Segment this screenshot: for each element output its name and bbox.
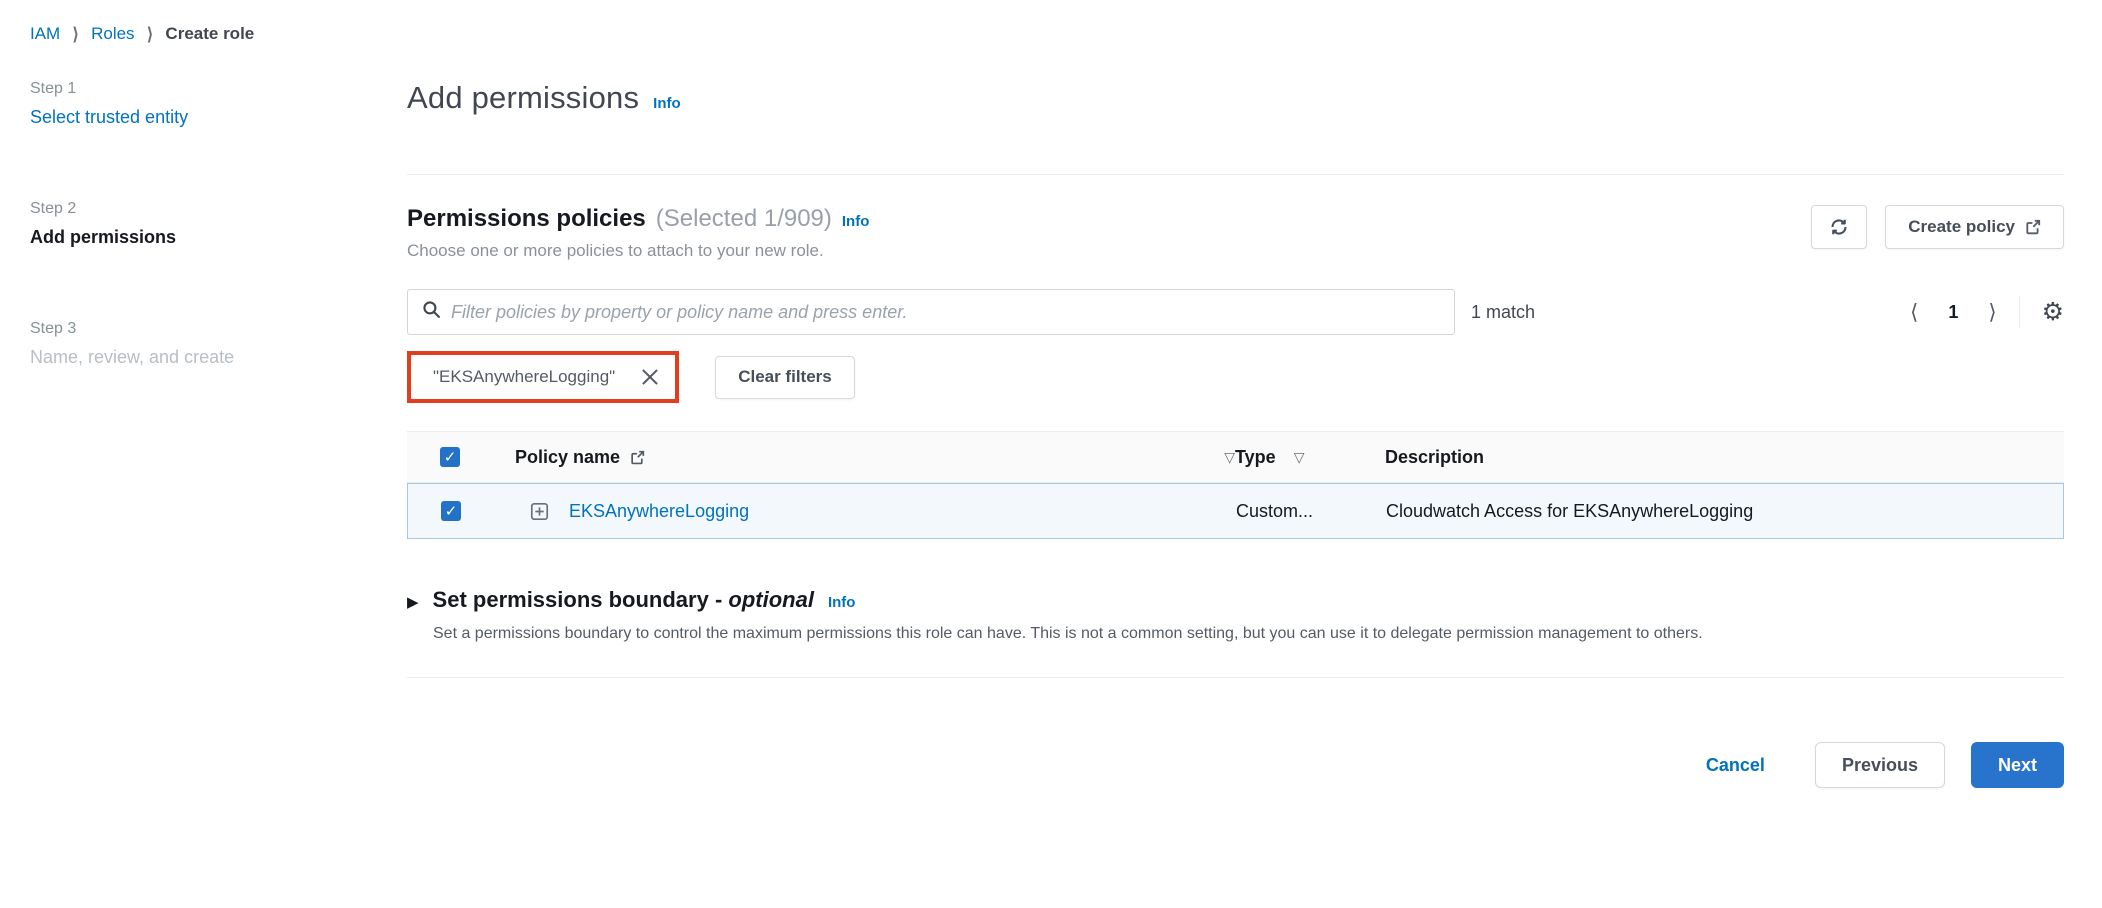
sidebar-step-name-review-create: Name, review, and create <box>30 347 407 368</box>
expand-row-icon[interactable] <box>530 502 549 521</box>
expand-section-icon[interactable]: ▶ <box>407 593 419 611</box>
boundary-optional-text: optional <box>728 587 814 612</box>
breadcrumb-separator-icon: ⟩ <box>147 23 154 45</box>
permissions-policies-panel-header: Permissions policies (Selected 1/909) In… <box>407 205 2064 261</box>
boundary-info-link[interactable]: Info <box>828 594 856 611</box>
step-1-group: Step 1 Select trusted entity <box>30 80 407 128</box>
footer-divider <box>407 677 2064 678</box>
breadcrumb-link-roles[interactable]: Roles <box>91 24 134 44</box>
footer-actions: Cancel Previous Next <box>407 742 2064 788</box>
refresh-icon <box>1829 217 1849 237</box>
breadcrumb-link-iam[interactable]: IAM <box>30 24 60 44</box>
panel-selected-count: (Selected 1/909) <box>656 205 832 233</box>
policies-table: ✓ Policy name ▽ Type <box>407 431 2064 539</box>
panel-subtitle: Choose one or more policies to attach to… <box>407 241 1811 261</box>
search-row: 1 match ⟨ 1 ⟩ ⚙ <box>407 289 2064 335</box>
step-3-group: Step 3 Name, review, and create <box>30 320 407 368</box>
row-checkbox[interactable]: ✓ <box>441 501 461 521</box>
create-policy-label: Create policy <box>1908 217 2015 237</box>
next-button[interactable]: Next <box>1971 742 2064 788</box>
step-2-number: Step 2 <box>30 200 407 218</box>
policy-filter-input[interactable] <box>451 302 1440 323</box>
table-row[interactable]: ✓ EKSAnywhereLogging Custom... Cloudwatc… <box>407 483 2064 539</box>
permissions-boundary-toggle[interactable]: ▶ Set permissions boundary - optional In… <box>407 587 2064 613</box>
breadcrumb-current: Create role <box>165 24 254 44</box>
create-policy-button[interactable]: Create policy <box>1885 205 2064 249</box>
wizard-steps-sidebar: Step 1 Select trusted entity Step 2 Add … <box>0 80 407 788</box>
policy-type-cell: Custom... <box>1236 501 1386 522</box>
page-title: Add permissions <box>407 80 639 116</box>
column-header-type[interactable]: Type <box>1235 447 1276 468</box>
sidebar-step-add-permissions: Add permissions <box>30 227 407 248</box>
filter-row: "EKSAnywhereLogging" Clear filters <box>407 351 2064 403</box>
external-link-icon <box>2025 219 2041 235</box>
clear-filters-label: Clear filters <box>738 367 832 387</box>
policy-description-cell: Cloudwatch Access for EKSAnywhereLogging <box>1386 501 2063 522</box>
header-divider <box>407 174 2064 175</box>
page-title-info-link[interactable]: Info <box>653 95 681 112</box>
column-header-description: Description <box>1385 447 1484 467</box>
boundary-title-text: Set permissions boundary - <box>433 587 729 612</box>
previous-page-icon[interactable]: ⟨ <box>1910 300 1918 325</box>
settings-gear-icon[interactable]: ⚙ <box>2042 300 2064 325</box>
column-header-policy-name[interactable]: Policy name <box>515 447 620 468</box>
annotation-highlight-box: "EKSAnywhereLogging" <box>407 351 679 403</box>
check-icon: ✓ <box>444 448 457 466</box>
next-label: Next <box>1998 755 2037 776</box>
pagination: ⟨ 1 ⟩ <box>1910 300 1996 325</box>
step-1-number: Step 1 <box>30 80 407 98</box>
cancel-button[interactable]: Cancel <box>1706 755 1765 776</box>
step-3-number: Step 3 <box>30 320 407 338</box>
panel-actions: Create policy <box>1811 205 2064 249</box>
permissions-boundary-section: ▶ Set permissions boundary - optional In… <box>407 587 2064 643</box>
step-2-group: Step 2 Add permissions <box>30 200 407 248</box>
check-icon: ✓ <box>445 502 458 520</box>
sidebar-step-select-trusted-entity[interactable]: Select trusted entity <box>30 107 407 128</box>
previous-label: Previous <box>1842 755 1918 776</box>
external-link-icon[interactable] <box>630 450 645 465</box>
search-icon <box>422 300 441 324</box>
current-page-number[interactable]: 1 <box>1948 302 1958 323</box>
policy-search-box[interactable] <box>407 289 1455 335</box>
policy-name-link[interactable]: EKSAnywhereLogging <box>569 501 749 522</box>
page-header: Add permissions Info <box>407 80 2064 116</box>
refresh-button[interactable] <box>1811 205 1867 249</box>
clear-filters-button[interactable]: Clear filters <box>715 356 855 399</box>
main-content: Add permissions Info Permissions policie… <box>407 80 2102 788</box>
remove-filter-icon[interactable] <box>641 368 659 386</box>
boundary-description: Set a permissions boundary to control th… <box>407 625 2064 643</box>
match-count: 1 match <box>1471 302 1535 323</box>
previous-button[interactable]: Previous <box>1815 742 1945 788</box>
sort-icon[interactable]: ▽ <box>1224 449 1235 466</box>
select-all-checkbox[interactable]: ✓ <box>440 447 460 467</box>
panel-title: Permissions policies <box>407 205 646 233</box>
vertical-divider <box>2019 296 2020 328</box>
breadcrumb: IAM ⟩ Roles ⟩ Create role <box>0 0 2102 44</box>
panel-info-link[interactable]: Info <box>842 213 870 230</box>
next-page-icon[interactable]: ⟩ <box>1988 300 1996 325</box>
sort-icon[interactable]: ▽ <box>1294 449 1305 466</box>
breadcrumb-separator-icon: ⟩ <box>72 23 79 45</box>
table-header-row: ✓ Policy name ▽ Type <box>407 431 2064 483</box>
filter-tag: "EKSAnywhereLogging" <box>433 367 615 387</box>
